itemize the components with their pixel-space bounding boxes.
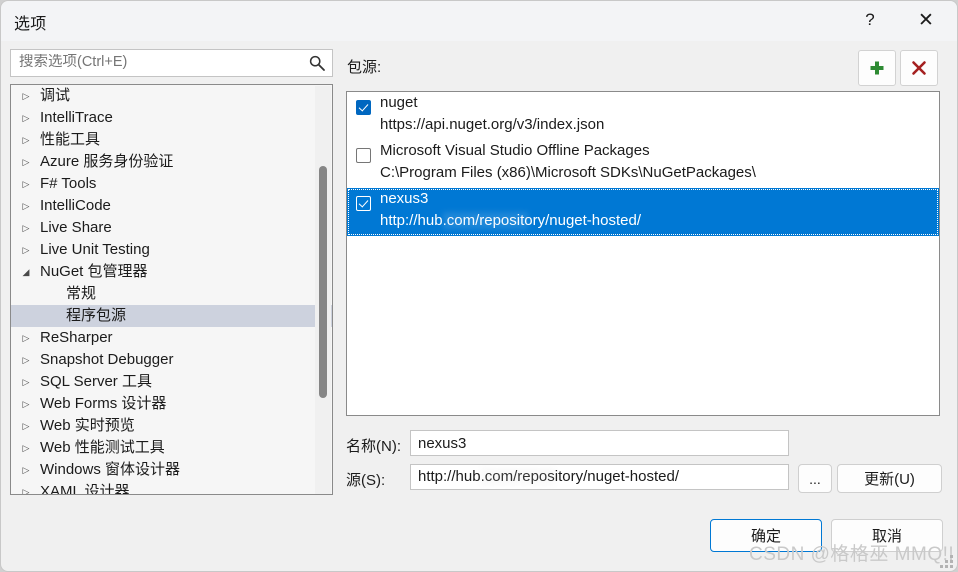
sidebar-item-label: Windows 窗体设计器 [40,461,181,478]
chevron-right-icon[interactable]: ▷ [20,349,32,371]
sidebar-item-label: NuGet 包管理器 [40,263,148,280]
sidebar-item[interactable]: 程序包源 [11,305,332,327]
source-enabled-checkbox[interactable] [356,100,371,115]
sidebar-item[interactable]: ▷ SQL Server 工具 [11,371,332,393]
search-input[interactable] [19,54,299,70]
sidebar-item-label: 程序包源 [66,307,127,324]
sidebar-item-label: 常规 [66,285,97,302]
options-tree[interactable]: ▷ 调试 ▷ IntelliTrace ▷ 性能工具 ▷ Azure 服务身份验证 ▷ F# To… [10,84,333,495]
source-enabled-checkbox[interactable] [356,148,371,163]
source-name: Microsoft Visual Studio Offline Packages [380,142,650,159]
redacted-url-segment: ░░░░░░░░ [442,212,528,229]
tree-scrollbar[interactable] [315,86,331,494]
sidebar-item[interactable]: ▷ Web 实时预览 [11,415,332,437]
search-icon [309,55,325,71]
ok-button[interactable]: 确定 [710,519,822,552]
sidebar-item[interactable]: ▷ XAML 设计器 [11,481,332,495]
chevron-right-icon[interactable]: ▷ [20,217,32,239]
sidebar-item[interactable]: ▷ Live Share [11,217,332,239]
source-url-prefix: http://hub [380,212,443,229]
tree-scrollbar-thumb[interactable] [319,166,327,398]
add-source-button[interactable] [858,50,896,86]
update-button[interactable]: 更新(U) [837,464,942,493]
sidebar-item[interactable]: ▷ IntelliCode [11,195,332,217]
chevron-right-icon[interactable]: ▷ [20,327,32,349]
sidebar-item[interactable]: 常规 [11,283,332,305]
sidebar-item-label: Web 实时预览 [40,417,135,434]
chevron-right-icon[interactable]: ▷ [20,107,32,129]
browse-button[interactable]: ... [798,464,832,493]
chevron-right-icon[interactable]: ▷ [20,195,32,217]
plus-icon [870,61,884,75]
source-input-prefix: http://hub [418,468,481,485]
sidebar-item-label: Web 性能测试工具 [40,439,165,456]
sidebar-item[interactable]: ▷ Web Forms 设计器 [11,393,332,415]
sidebar-item-label: F# Tools [40,175,97,192]
name-input[interactable] [410,430,789,456]
chevron-right-icon[interactable]: ▷ [20,151,32,173]
list-item[interactable]: nexus3 http://hub ░░░░░░░░ .com/repository/… [347,188,939,236]
name-field-label: 名称(N): [346,438,401,455]
search-box[interactable] [10,49,333,77]
source-name: nuget [380,94,418,111]
chevron-right-icon[interactable]: ▷ [20,437,32,459]
sidebar-item-label: Web Forms 设计器 [40,395,167,412]
chevron-right-icon[interactable]: ▷ [20,85,32,107]
cross-icon [912,61,926,75]
sidebar-item-label: Azure 服务身份验证 [40,153,174,170]
source-url: C:\Program Files (x86)\Microsoft SDKs\Nu… [380,164,756,181]
source-enabled-checkbox[interactable] [356,196,371,211]
source-url: http://hub ░░░░░░░░ .com/repository/nuget-… [380,212,641,229]
tree-item-list: ▷ 调试 ▷ IntelliTrace ▷ 性能工具 ▷ Azure 服务身份验证 ▷ F# To… [11,85,332,495]
sidebar-item[interactable]: ▷ Azure 服务身份验证 [11,151,332,173]
resize-grip[interactable] [940,555,953,568]
cancel-button[interactable]: 取消 [831,519,943,552]
options-dialog: 选项 ? ✕ ▷ 调试 ▷ IntelliTrace ▷ 性能工具 ▷ Azure 服务身份验… [0,0,958,572]
title-bar: 选项 ? ✕ [1,1,957,41]
sidebar-item-label: Live Share [40,219,112,236]
list-item[interactable]: Microsoft Visual Studio Offline Packages… [347,140,939,188]
chevron-right-icon[interactable]: ▷ [20,481,32,494]
chevron-right-icon[interactable]: ▷ [20,393,32,415]
sidebar-item[interactable]: ▷ Web 性能测试工具 [11,437,332,459]
chevron-right-icon[interactable]: ▷ [20,129,32,151]
redacted-source-segment: ░░░░░░░ [480,468,555,485]
sidebar-item-label: SQL Server 工具 [40,373,152,390]
sidebar-item-label: ReSharper [40,329,113,346]
chevron-down-icon[interactable]: ◢ [20,261,32,283]
source-name: nexus3 [380,190,429,207]
chevron-right-icon[interactable]: ▷ [20,173,32,195]
sidebar-item[interactable]: ▷ Windows 窗体设计器 [11,459,332,481]
close-icon[interactable]: ✕ [903,1,949,39]
chevron-right-icon[interactable]: ▷ [20,415,32,437]
chevron-right-icon[interactable]: ▷ [20,459,32,481]
sidebar-item[interactable]: ▷ Live Unit Testing [11,239,332,261]
sidebar-item[interactable]: ◢ NuGet 包管理器 [11,261,332,283]
sidebar-item-label: IntelliTrace [40,109,113,126]
package-sources-list[interactable]: nuget https://api.nuget.org/v3/index.json… [346,91,940,416]
sidebar-item-label: Snapshot Debugger [40,351,174,368]
sidebar-item-label: XAML 设计器 [40,483,130,495]
sidebar-item[interactable]: ▷ ReSharper [11,327,332,349]
sidebar-item[interactable]: ▷ F# Tools [11,173,332,195]
source-input[interactable]: http://hub ░░░░░░░ .com/repository/nuget-h… [410,464,789,490]
list-item[interactable]: nuget https://api.nuget.org/v3/index.json [347,92,939,140]
sidebar-item-label: IntelliCode [40,197,111,214]
source-field-label: 源(S): [346,472,386,489]
package-sources-label: 包源: [347,59,382,76]
sidebar-item[interactable]: ▷ 性能工具 [11,129,332,151]
sidebar-item[interactable]: ▷ IntelliTrace [11,107,332,129]
page-title: 选项 [14,16,47,33]
chevron-right-icon[interactable]: ▷ [20,371,32,393]
sidebar-item[interactable]: ▷ Snapshot Debugger [11,349,332,371]
remove-source-button[interactable] [900,50,938,86]
source-url: https://api.nuget.org/v3/index.json [380,116,605,133]
sidebar-item-label: 性能工具 [40,131,101,148]
chevron-right-icon[interactable]: ▷ [20,239,32,261]
sidebar-item-label: 调试 [40,87,71,104]
sidebar-item-label: Live Unit Testing [40,241,150,258]
help-icon[interactable]: ? [847,1,893,39]
sidebar-item[interactable]: ▷ 调试 [11,85,332,107]
